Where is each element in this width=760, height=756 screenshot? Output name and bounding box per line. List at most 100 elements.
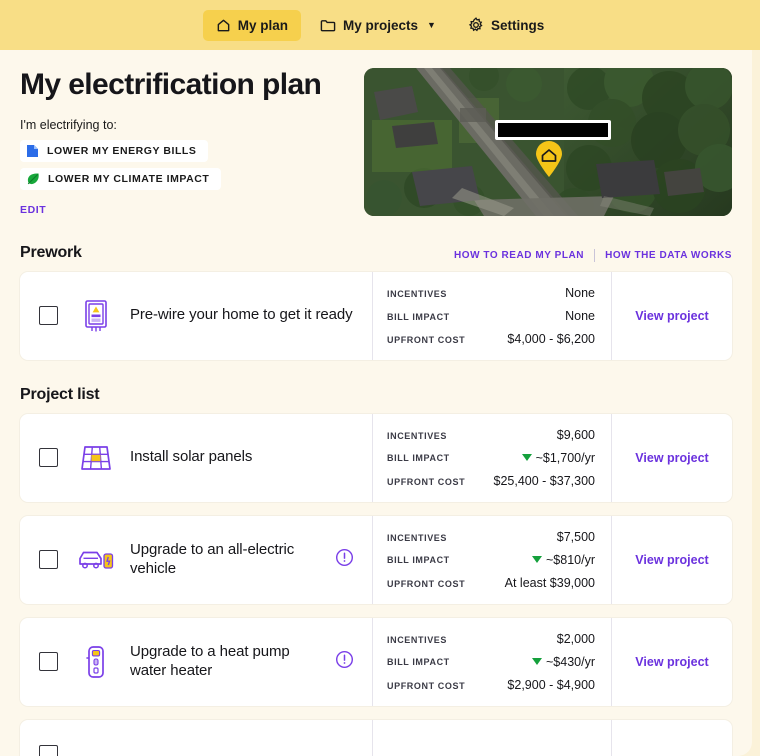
project-name: Upgrade to an all-electric vehicle — [130, 540, 295, 577]
view-project-link[interactable]: View project — [635, 553, 708, 567]
water-heater-icon — [76, 645, 116, 679]
stat-value: $9,600 — [557, 428, 595, 442]
stat-value-text: $2,000 — [556, 631, 595, 646]
section-header: Project list — [20, 386, 732, 404]
nav-item-label: My plan — [237, 17, 289, 33]
stat-value-text: None — [565, 285, 595, 300]
project-checkbox[interactable] — [38, 306, 58, 326]
stat-key: BILL IMPACT — [387, 657, 450, 668]
card-stats-cell — [372, 719, 612, 756]
stat-value-text: $4,000 - $6,200 — [507, 331, 595, 346]
view-project-link[interactable]: View project — [635, 655, 708, 669]
stat-row: UPFRONT COST $2,900 - $4,900 — [387, 678, 595, 692]
stat-value-text: At least $39,000 — [504, 575, 595, 590]
project-name: Upgrade to a heat pump water heater — [130, 642, 290, 679]
section-link[interactable]: HOW TO READ MY PLAN — [454, 250, 584, 261]
section-title: Prework — [20, 243, 82, 261]
stat-value-text: ~$1,700/yr — [535, 450, 595, 465]
home-pin-icon — [534, 141, 564, 177]
project-card — [20, 719, 732, 756]
decrease-arrow-icon — [532, 658, 542, 666]
stat-value: None — [565, 309, 595, 323]
property-aerial-map[interactable] — [364, 68, 732, 216]
stat-row: BILL IMPACT ~$1,700/yr — [387, 451, 595, 465]
decrease-arrow-icon — [521, 454, 532, 462]
card-checkbox-cell — [20, 414, 76, 502]
electric-vehicle-icon — [76, 545, 116, 575]
card-checkbox-cell — [20, 516, 76, 604]
project-checkbox[interactable] — [38, 550, 58, 570]
project-checkbox[interactable] — [38, 448, 58, 468]
stat-row: INCENTIVES $7,500 — [387, 530, 595, 544]
card-link-cell: View project — [612, 414, 732, 502]
stat-value-text: None — [565, 308, 595, 323]
stat-key: UPFRONT COST — [387, 578, 466, 589]
stat-value: None — [565, 286, 595, 300]
nav-item-label: My projects — [343, 17, 419, 33]
card-name-cell: Upgrade to an all-electric vehicle — [76, 516, 372, 604]
stat-value: $7,500 — [557, 530, 595, 544]
leaf-icon — [26, 172, 40, 186]
page-header: My electrification plan I'm electrifying… — [20, 50, 732, 218]
card-stats-cell: INCENTIVES None BILL IMPACT None UPFRONT COS… — [372, 271, 612, 360]
nav-item-settings[interactable]: Settings — [455, 9, 557, 41]
stat-row: INCENTIVES $2,000 — [387, 632, 595, 646]
app-page: My plan My projects ▼ Settings My electrifi… — [0, 0, 760, 756]
stat-row: INCENTIVES $9,600 — [387, 428, 595, 442]
decrease-arrow-icon — [532, 556, 542, 564]
home-icon — [216, 18, 231, 33]
stat-value: $2,000 — [557, 632, 595, 646]
goal-chip: LOWER MY CLIMATE IMPACT — [20, 167, 222, 190]
redacted-address-bar — [495, 120, 611, 140]
project-checkbox[interactable] — [38, 652, 58, 672]
stat-row: UPFRONT COST At least $39,000 — [387, 576, 595, 590]
nav-item-my-plan[interactable]: My plan — [202, 9, 302, 41]
project-card: Install solar panels INCENTIVES $9,600 BILL… — [20, 413, 732, 502]
goal-chip: LOWER MY ENERGY BILLS — [20, 139, 209, 162]
goal-chip-label: LOWER MY CLIMATE IMPACT — [48, 172, 210, 185]
goals-label: I'm electrifying to: — [20, 117, 117, 132]
stat-key: INCENTIVES — [387, 288, 448, 299]
card-stats-cell: INCENTIVES $2,000 BILL IMPACT ~$430/yr UPFRO… — [372, 617, 612, 706]
info-icon[interactable] — [335, 548, 354, 572]
header-text-block: My electrification plan I'm electrifying… — [20, 68, 352, 218]
stat-key: INCENTIVES — [387, 430, 448, 441]
card-checkbox-cell — [20, 272, 76, 360]
card-name-cell: Install solar panels — [76, 414, 372, 502]
stat-value: $25,400 - $37,300 — [494, 474, 595, 488]
stat-value-text: $9,600 — [556, 427, 595, 442]
stat-value: At least $39,000 — [505, 576, 595, 590]
folder-icon — [320, 18, 336, 33]
stat-row: BILL IMPACT ~$430/yr — [387, 655, 595, 669]
stat-row: BILL IMPACT ~$810/yr — [387, 553, 595, 567]
card-checkbox-cell — [20, 618, 76, 706]
stat-value: ~$810/yr — [532, 553, 595, 567]
stat-value-text: $2,900 - $4,900 — [507, 677, 595, 692]
stat-row: UPFRONT COST $25,400 - $37,300 — [387, 474, 595, 488]
stat-value: $2,900 - $4,900 — [507, 678, 595, 692]
card-stats-cell: INCENTIVES $7,500 BILL IMPACT ~$810/yr UPFRO… — [372, 515, 612, 604]
stat-row: BILL IMPACT None — [387, 309, 595, 323]
section-link[interactable]: HOW THE DATA WORKS — [605, 250, 732, 261]
project-checkbox[interactable] — [38, 745, 58, 756]
stat-key: BILL IMPACT — [387, 453, 450, 464]
view-project-link[interactable]: View project — [635, 451, 708, 465]
edit-goals-link[interactable]: EDIT — [20, 204, 46, 216]
top-navigation-bar: My plan My projects ▼ Settings — [0, 0, 760, 50]
nav-item-my-projects[interactable]: My projects ▼ — [307, 10, 449, 41]
link-divider — [594, 248, 596, 262]
stat-key: INCENTIVES — [387, 634, 448, 645]
electrical-panel-icon — [76, 299, 116, 333]
card-link-cell — [612, 720, 732, 756]
card-stats-cell: INCENTIVES $9,600 BILL IMPACT ~$1,700/yr UPF… — [372, 413, 612, 502]
view-project-link[interactable]: View project — [635, 309, 708, 323]
document-icon — [26, 144, 39, 158]
stat-value: $4,000 - $6,200 — [507, 332, 595, 346]
page-sheet: My electrification plan I'm electrifying… — [0, 50, 752, 756]
project-card: Upgrade to an all-electric vehicle INCENT… — [20, 515, 732, 604]
stat-value-text: $7,500 — [556, 529, 595, 544]
project-card: Pre-wire your home to get it ready INCENT… — [20, 271, 732, 360]
stat-value: ~$1,700/yr — [521, 450, 595, 465]
stat-value: ~$430/yr — [532, 655, 595, 669]
info-icon[interactable] — [335, 650, 354, 674]
